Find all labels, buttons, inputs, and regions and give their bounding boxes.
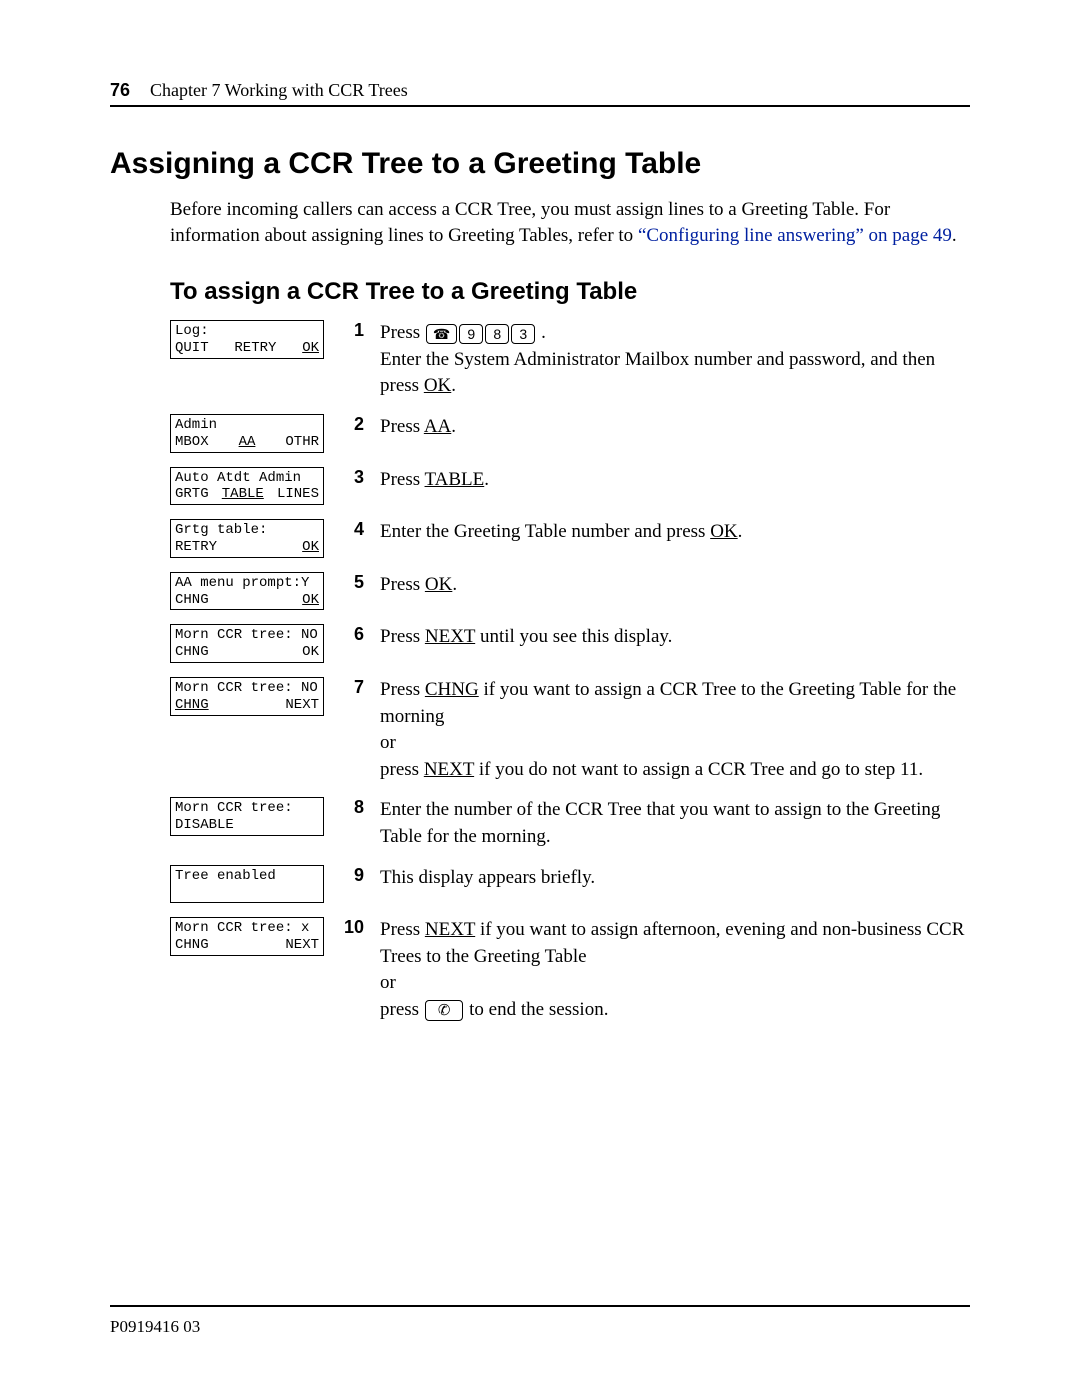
- step-row: Morn CCR tree: NOCHNG OK 6 Press NEXT unti…: [170, 624, 970, 663]
- step-row: Auto Atdt AdminGRTG TABLE LINES 3 Press TABL…: [170, 467, 970, 506]
- step-row: Morn CCR tree: xCHNG NEXT 10 Press NEXT if…: [170, 917, 970, 1023]
- lcd-line2: CHNG NEXT: [175, 697, 319, 714]
- lcd-display: Log:QUIT RETRY OK: [170, 320, 324, 359]
- step-number: 1: [340, 320, 364, 341]
- footer-rule: [110, 1305, 970, 1307]
- softkey: CHNG: [175, 644, 209, 661]
- softkey: OK: [302, 340, 319, 357]
- softkey: CHNG: [175, 592, 209, 609]
- softkey: TABLE: [222, 486, 264, 503]
- intro-text-2: .: [952, 225, 957, 246]
- lcd-line2: DISABLE: [175, 817, 319, 834]
- step-text: Press OK.: [380, 572, 970, 599]
- page-number: 76: [110, 80, 130, 100]
- step-text: Press NEXT until you see this display.: [380, 624, 970, 651]
- digit-key: 9: [459, 324, 483, 344]
- softkey: OK: [302, 644, 319, 661]
- page-header: 76 Chapter 7 Working with CCR Trees: [110, 80, 970, 107]
- softkey: CHNG: [175, 937, 209, 954]
- step-number: 7: [340, 677, 364, 698]
- lcd-line1: Tree enabled: [175, 868, 319, 885]
- lcd-line1: Morn CCR tree: NO: [175, 627, 319, 644]
- step-row: AdminMBOX AA OTHR 2 Press AA.: [170, 414, 970, 453]
- softkey: DISABLE: [175, 817, 234, 834]
- lcd-line1: Morn CCR tree: NO: [175, 680, 319, 697]
- lcd-display: Morn CCR tree: xCHNG NEXT: [170, 917, 324, 956]
- softkey: AA: [239, 434, 256, 451]
- step-row: Log:QUIT RETRY OK 1 Press ☎983 .Enter the Sy…: [170, 320, 970, 400]
- digit-key: 8: [485, 324, 509, 344]
- step-number: 9: [340, 865, 364, 886]
- step-number: 5: [340, 572, 364, 593]
- digit-key: 3: [511, 324, 535, 344]
- chapter-label: Chapter 7 Working with CCR Trees: [150, 80, 408, 100]
- step-text: Press AA.: [380, 414, 970, 441]
- softkey: OTHR: [285, 434, 319, 451]
- step-number: 4: [340, 519, 364, 540]
- softkey: RETRY: [234, 340, 276, 357]
- step-number: 3: [340, 467, 364, 488]
- lcd-line2: [175, 884, 319, 901]
- lcd-display: AdminMBOX AA OTHR: [170, 414, 324, 453]
- lcd-display: Morn CCR tree:DISABLE: [170, 797, 324, 836]
- step-text: Enter the number of the CCR Tree that yo…: [380, 797, 970, 850]
- step-text: Press CHNG if you want to assign a CCR T…: [380, 677, 970, 783]
- lcd-line2: CHNG OK: [175, 592, 319, 609]
- step-row: Morn CCR tree: NOCHNG NEXT 7 Press CHNG if…: [170, 677, 970, 783]
- softkey: RETRY: [175, 539, 217, 556]
- step-number: 6: [340, 624, 364, 645]
- softkey: MBOX: [175, 434, 209, 451]
- intro-paragraph: Before incoming callers can access a CCR…: [170, 197, 970, 248]
- lcd-line1: Auto Atdt Admin: [175, 470, 319, 487]
- step-row: AA menu prompt:YCHNG OK 5 Press OK.: [170, 572, 970, 611]
- lcd-display: Morn CCR tree: NOCHNG NEXT: [170, 677, 324, 716]
- step-row: Morn CCR tree:DISABLE 8 Enter the number …: [170, 797, 970, 850]
- subsection-title: To assign a CCR Tree to a Greeting Table: [170, 278, 970, 306]
- step-text: Press NEXT if you want to assign afterno…: [380, 917, 970, 1023]
- step-row: Tree enabled 9 This display appears brief…: [170, 865, 970, 904]
- step-text: Press TABLE.: [380, 467, 970, 494]
- softkey: OK: [302, 592, 319, 609]
- lcd-line2: QUIT RETRY OK: [175, 340, 319, 357]
- lcd-line1: Grtg table:: [175, 522, 319, 539]
- lcd-line2: CHNG OK: [175, 644, 319, 661]
- lcd-line2: RETRY OK: [175, 539, 319, 556]
- softkey: NEXT: [285, 697, 319, 714]
- lcd-line1: AA menu prompt:Y: [175, 575, 319, 592]
- softkey: CHNG: [175, 697, 209, 714]
- step-text: This display appears briefly.: [380, 865, 970, 892]
- softkey: QUIT: [175, 340, 209, 357]
- lcd-display: AA menu prompt:YCHNG OK: [170, 572, 324, 611]
- step-text: Press ☎983 .Enter the System Administrat…: [380, 320, 970, 400]
- lcd-display: Tree enabled: [170, 865, 324, 904]
- lcd-display: Auto Atdt AdminGRTG TABLE LINES: [170, 467, 324, 506]
- lcd-line1: Log:: [175, 323, 319, 340]
- lcd-display: Morn CCR tree: NOCHNG OK: [170, 624, 324, 663]
- lcd-line1: Admin: [175, 417, 319, 434]
- step-number: 10: [340, 917, 364, 938]
- feature-key-icon: ☎: [426, 324, 457, 344]
- page: 76 Chapter 7 Working with CCR Trees Assi…: [0, 0, 1080, 1397]
- lcd-line1: Morn CCR tree: x: [175, 920, 319, 937]
- softkey: LINES: [277, 486, 319, 503]
- lcd-display: Grtg table:RETRY OK: [170, 519, 324, 558]
- lcd-line2: GRTG TABLE LINES: [175, 486, 319, 503]
- lcd-line2: CHNG NEXT: [175, 937, 319, 954]
- step-number: 2: [340, 414, 364, 435]
- step-row: Grtg table:RETRY OK 4 Enter the Greeting T…: [170, 519, 970, 558]
- softkey: GRTG: [175, 486, 209, 503]
- steps-list: Log:QUIT RETRY OK 1 Press ☎983 .Enter the Sy…: [170, 320, 970, 1023]
- lcd-line2: MBOX AA OTHR: [175, 434, 319, 451]
- softkey: NEXT: [285, 937, 319, 954]
- lcd-line1: Morn CCR tree:: [175, 800, 319, 817]
- page-title: Assigning a CCR Tree to a Greeting Table: [110, 147, 970, 181]
- document-id: P0919416 03: [110, 1317, 200, 1337]
- softkey: OK: [302, 539, 319, 556]
- step-text: Enter the Greeting Table number and pres…: [380, 519, 970, 546]
- step-number: 8: [340, 797, 364, 818]
- intro-link[interactable]: “Configuring line answering” on page 49: [638, 225, 952, 246]
